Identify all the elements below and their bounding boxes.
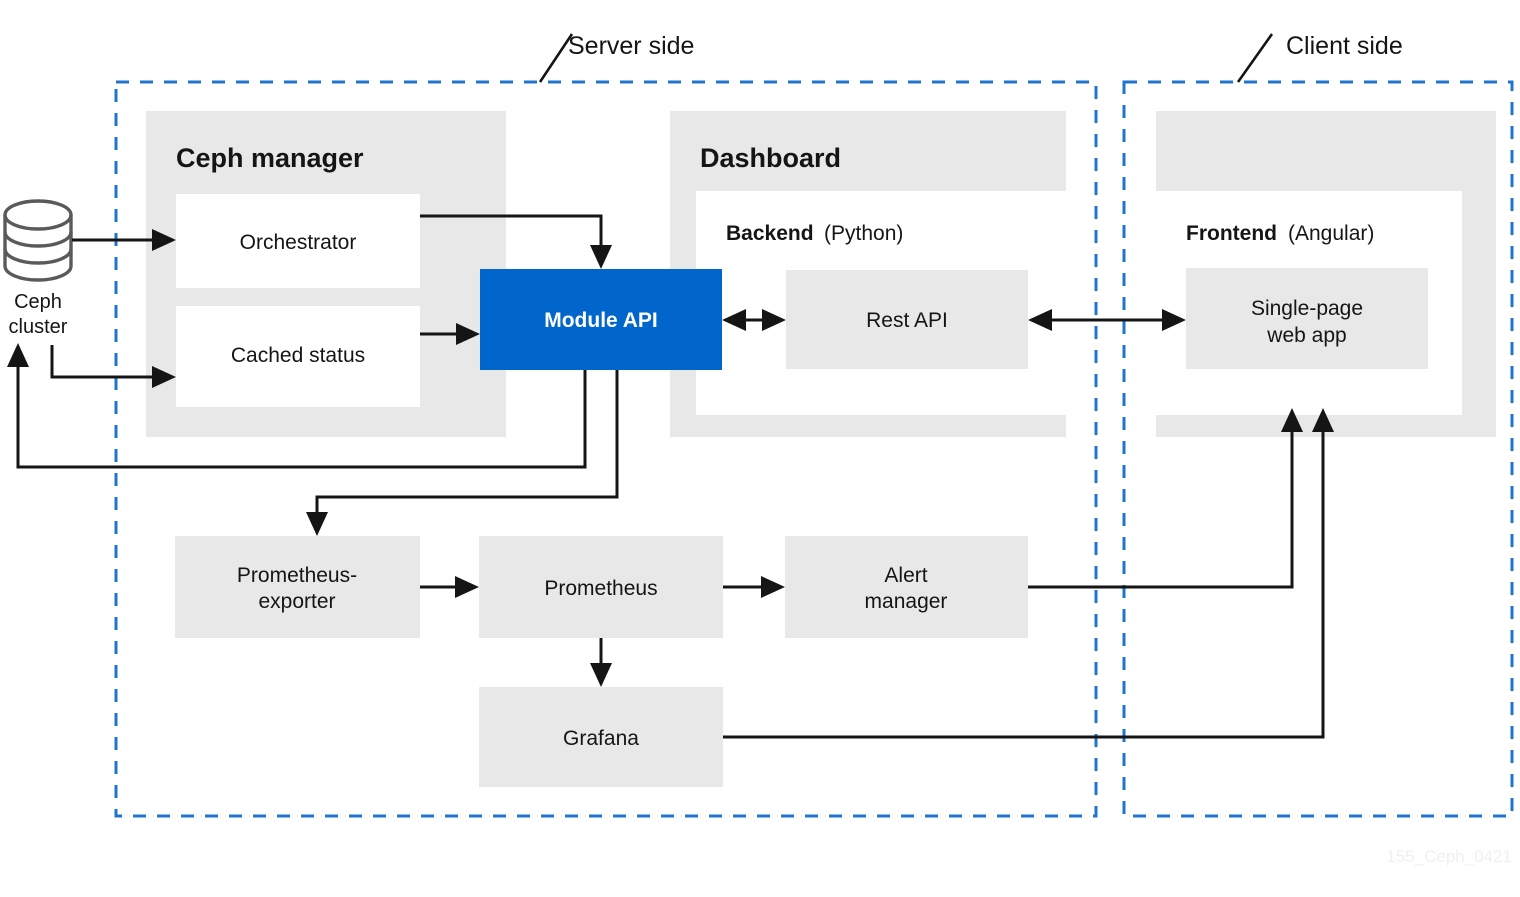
box-rest-api[interactable]: Rest API bbox=[786, 270, 1028, 369]
connector-prometheus-to-alert-manager bbox=[723, 576, 785, 598]
box-rest-api-label: Rest API bbox=[866, 309, 948, 332]
panel-dashboard-title: Dashboard bbox=[700, 143, 841, 173]
svg-text:(Angular): (Angular) bbox=[1288, 222, 1374, 245]
subpanel-frontend-title-bold: Frontend bbox=[1186, 222, 1277, 245]
box-prometheus-exporter-label-line2: exporter bbox=[258, 590, 335, 613]
box-single-page-web-app-label-line2: web app bbox=[1266, 324, 1346, 347]
svg-text:Backend: Backend bbox=[726, 222, 814, 245]
connector-exporter-to-prometheus bbox=[420, 576, 479, 598]
box-prometheus-exporter-label-line1: Prometheus- bbox=[237, 564, 357, 587]
svg-text:(Python): (Python) bbox=[824, 222, 903, 245]
panel-ceph-manager-title: Ceph manager bbox=[176, 143, 364, 173]
connector-prometheus-to-grafana bbox=[590, 638, 612, 687]
box-single-page-web-app-label-line1: Single-page bbox=[1251, 297, 1363, 320]
box-alert-manager-label-line1: Alert bbox=[884, 564, 927, 587]
box-orchestrator[interactable]: Orchestrator bbox=[176, 194, 420, 288]
subpanel-backend-title-normal: (Python) bbox=[824, 222, 903, 245]
box-orchestrator-label: Orchestrator bbox=[240, 231, 357, 254]
subpanel-backend-title-bold: Backend bbox=[726, 222, 814, 245]
panel-dashboard: Dashboard Backend (Python) Rest API bbox=[670, 111, 1066, 437]
panel-ceph-manager: Ceph manager Orchestrator Cached status bbox=[146, 111, 506, 437]
subpanel-backend: Backend (Python) Rest API bbox=[696, 191, 1066, 415]
zone-client-side-label: Client side bbox=[1286, 32, 1403, 60]
subpanel-frontend: Frontend (Angular) Single-page web app bbox=[1156, 191, 1462, 415]
box-grafana-label: Grafana bbox=[563, 727, 639, 750]
panel-frontend: Frontend (Angular) Single-page web app bbox=[1156, 111, 1496, 437]
box-single-page-web-app[interactable]: Single-page web app bbox=[1186, 268, 1428, 369]
zone-server-side-label: Server side bbox=[568, 32, 694, 60]
box-alert-manager[interactable]: Alert manager bbox=[785, 536, 1028, 638]
box-prometheus-label: Prometheus bbox=[544, 577, 657, 600]
svg-text:Frontend: Frontend bbox=[1186, 222, 1277, 245]
box-module-api-label: Module API bbox=[544, 309, 658, 332]
ceph-cluster-label-line2: cluster bbox=[9, 316, 68, 338]
box-grafana[interactable]: Grafana bbox=[479, 687, 723, 787]
box-alert-manager-label-line2: manager bbox=[865, 590, 948, 613]
box-cached-status[interactable]: Cached status bbox=[176, 306, 420, 407]
box-prometheus[interactable]: Prometheus bbox=[479, 536, 723, 638]
watermark-label: 155_Ceph_0421 bbox=[1386, 847, 1512, 866]
box-module-api[interactable]: Module API bbox=[480, 269, 722, 370]
box-cached-status-label: Cached status bbox=[231, 344, 365, 367]
architecture-diagram: Server side Client side Ceph cluster Cep… bbox=[0, 0, 1520, 897]
connector-rest-api-to-web-app bbox=[1028, 309, 1186, 331]
ceph-cluster-node: Ceph cluster bbox=[3, 199, 73, 338]
database-cylinder-icon bbox=[3, 199, 73, 282]
box-prometheus-exporter[interactable]: Prometheus- exporter bbox=[175, 536, 420, 638]
subpanel-frontend-title-normal: (Angular) bbox=[1288, 222, 1374, 245]
ceph-cluster-label-line1: Ceph bbox=[14, 291, 62, 313]
